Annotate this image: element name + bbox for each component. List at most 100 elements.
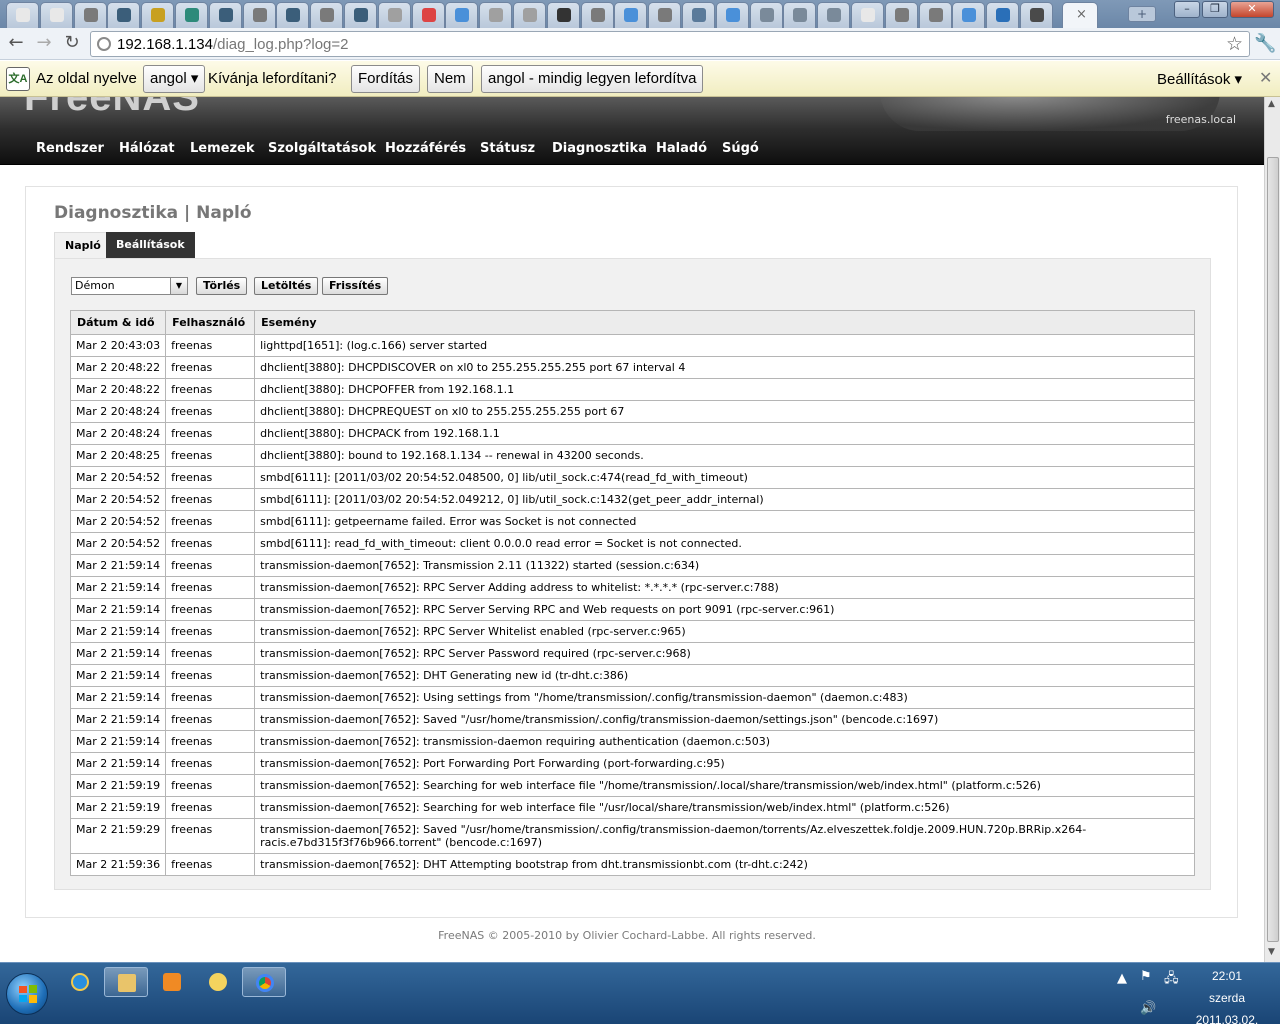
browser-tab[interactable]: [242, 2, 276, 28]
taskbar-messenger-icon[interactable]: [196, 967, 240, 997]
tab-favicon-icon: [320, 8, 335, 22]
browser-tab[interactable]: [141, 2, 175, 28]
browser-tab[interactable]: [39, 2, 73, 28]
tab-close-icon[interactable]: ×: [1076, 7, 1087, 22]
browser-tab[interactable]: [6, 2, 39, 28]
scroll-down-icon[interactable]: ▼: [1268, 947, 1275, 957]
page-scrollbar[interactable]: ▲ ▼: [1264, 97, 1280, 962]
menu-item[interactable]: Haladó: [656, 141, 707, 156]
browser-tab[interactable]: [952, 2, 986, 28]
taskbar-media-player-icon[interactable]: [150, 967, 194, 997]
browser-tab[interactable]: [580, 2, 614, 28]
no-translate-button[interactable]: Nem: [427, 65, 473, 93]
address-bar[interactable]: 192.168.1.134/diag_log.php?log=2 ☆: [90, 31, 1250, 57]
translate-button[interactable]: Fordítás: [351, 65, 421, 93]
browser-tab-strip: + – ❐ ✕ ×: [0, 0, 1280, 28]
browser-tab[interactable]: [918, 2, 952, 28]
browser-tab[interactable]: [344, 2, 377, 28]
menu-item[interactable]: Rendszer: [36, 141, 104, 156]
menu-item[interactable]: Szolgáltatások: [268, 141, 376, 156]
tab-beallitasok[interactable]: Beállítások: [106, 232, 195, 258]
cell-user: freenas: [165, 576, 256, 599]
page-footer: FreeNAS © 2005-2010 by Olivier Cochard-L…: [438, 929, 816, 942]
browser-tab[interactable]: [479, 2, 513, 28]
menu-item[interactable]: Hozzáférés: [385, 141, 466, 156]
browser-tab[interactable]: [107, 2, 141, 28]
url-text[interactable]: 192.168.1.134/diag_log.php?log=2: [117, 36, 348, 53]
browser-tab[interactable]: [445, 2, 479, 28]
scrollbar-thumb[interactable]: [1267, 157, 1279, 942]
bookmark-star-icon[interactable]: ☆: [1226, 33, 1243, 55]
browser-tab[interactable]: [682, 2, 715, 28]
browser-tab[interactable]: [377, 2, 411, 28]
scroll-up-icon[interactable]: ▲: [1268, 99, 1275, 109]
browser-tab[interactable]: [276, 2, 310, 28]
tab-favicon-icon: [590, 8, 605, 22]
start-button[interactable]: [6, 973, 48, 1015]
menu-item[interactable]: Státusz: [480, 141, 535, 156]
maximize-button[interactable]: ❐: [1202, 1, 1228, 18]
browser-tab[interactable]: [817, 2, 851, 28]
reload-icon[interactable]: ↻: [60, 32, 84, 56]
infobar-close-icon[interactable]: ✕: [1259, 68, 1272, 88]
volume-icon[interactable]: 🔊: [1140, 1001, 1156, 1016]
browser-tab[interactable]: [73, 2, 107, 28]
page-info-icon[interactable]: [97, 37, 111, 51]
system-clock[interactable]: 22:01 szerda 2011.03.02.: [1195, 965, 1259, 1024]
infobar-settings-menu[interactable]: Beállítások ▾: [1157, 70, 1242, 88]
cell-event: transmission-daemon[7652]: RPC Server Wh…: [254, 620, 1195, 643]
browser-tab[interactable]: [884, 2, 918, 28]
log-type-select[interactable]: Démon ▼: [71, 277, 188, 295]
tab-naplo[interactable]: Napló: [54, 232, 112, 258]
cell-event: smbd[6111]: [2011/03/02 20:54:52.049212,…: [254, 488, 1195, 511]
browser-tab[interactable]: [783, 2, 817, 28]
taskbar-explorer-icon[interactable]: [104, 967, 148, 997]
wrench-menu-icon[interactable]: 🔧: [1254, 33, 1276, 54]
tab-favicon-icon: [252, 8, 267, 22]
taskbar-ie-icon[interactable]: [58, 967, 102, 997]
browser-tab[interactable]: [546, 2, 580, 28]
refresh-button[interactable]: Frissítés: [322, 277, 389, 295]
cell-user: freenas: [165, 620, 256, 643]
download-button[interactable]: Letöltés: [254, 277, 319, 295]
minimize-button[interactable]: –: [1174, 1, 1200, 18]
browser-tab[interactable]: [411, 2, 445, 28]
menu-item[interactable]: Hálózat: [119, 141, 175, 156]
browser-tab[interactable]: [648, 2, 682, 28]
browser-tab[interactable]: [749, 2, 783, 28]
menu-item[interactable]: Lemezek: [190, 141, 255, 156]
window-close-button[interactable]: ✕: [1230, 1, 1274, 18]
cell-user: freenas: [165, 466, 256, 489]
new-tab-button[interactable]: +: [1128, 6, 1156, 22]
language-dropdown[interactable]: angol ▾: [143, 65, 206, 93]
back-arrow-icon[interactable]: ←: [4, 32, 28, 56]
forward-arrow-icon[interactable]: →: [32, 32, 56, 56]
browser-tab[interactable]: [986, 2, 1020, 28]
menu-item[interactable]: Diagnosztika: [552, 141, 647, 156]
taskbar-chrome-icon[interactable]: [242, 967, 286, 997]
tray-expand-icon[interactable]: ▲: [1117, 971, 1127, 986]
browser-tab[interactable]: [208, 2, 242, 28]
browser-tab[interactable]: [851, 2, 884, 28]
cell-datetime: Mar 2 21:59:14: [69, 554, 167, 577]
browser-tab[interactable]: [715, 2, 749, 28]
clear-button[interactable]: Törlés: [196, 277, 248, 295]
tab-favicon-icon: [692, 8, 706, 22]
always-translate-button[interactable]: angol - mindig legyen lefordítva: [481, 65, 704, 93]
menu-item[interactable]: Súgó: [722, 141, 759, 156]
chevron-down-icon[interactable]: ▼: [170, 278, 187, 294]
browser-tab[interactable]: [1020, 2, 1053, 28]
cell-user: freenas: [165, 510, 256, 533]
browser-tab-active[interactable]: ×: [1062, 2, 1098, 28]
cell-user: freenas: [165, 532, 256, 555]
cell-event: lighttpd[1651]: (log.c.166) server start…: [254, 334, 1195, 357]
browser-tab[interactable]: [614, 2, 648, 28]
network-icon[interactable]: 🖧: [1164, 969, 1179, 991]
column-header-datetime: Dátum & idő: [69, 310, 167, 335]
action-center-flag-icon[interactable]: ⚑: [1140, 969, 1152, 984]
browser-tab[interactable]: [175, 2, 208, 28]
browser-tab[interactable]: [310, 2, 344, 28]
table-row: Mar 2 21:59:36 freenas transmission-daemon…: [69, 853, 1195, 876]
table-row: Mar 2 21:59:14 freenas transmission-daemon…: [69, 686, 1195, 709]
browser-tab[interactable]: [513, 2, 546, 28]
